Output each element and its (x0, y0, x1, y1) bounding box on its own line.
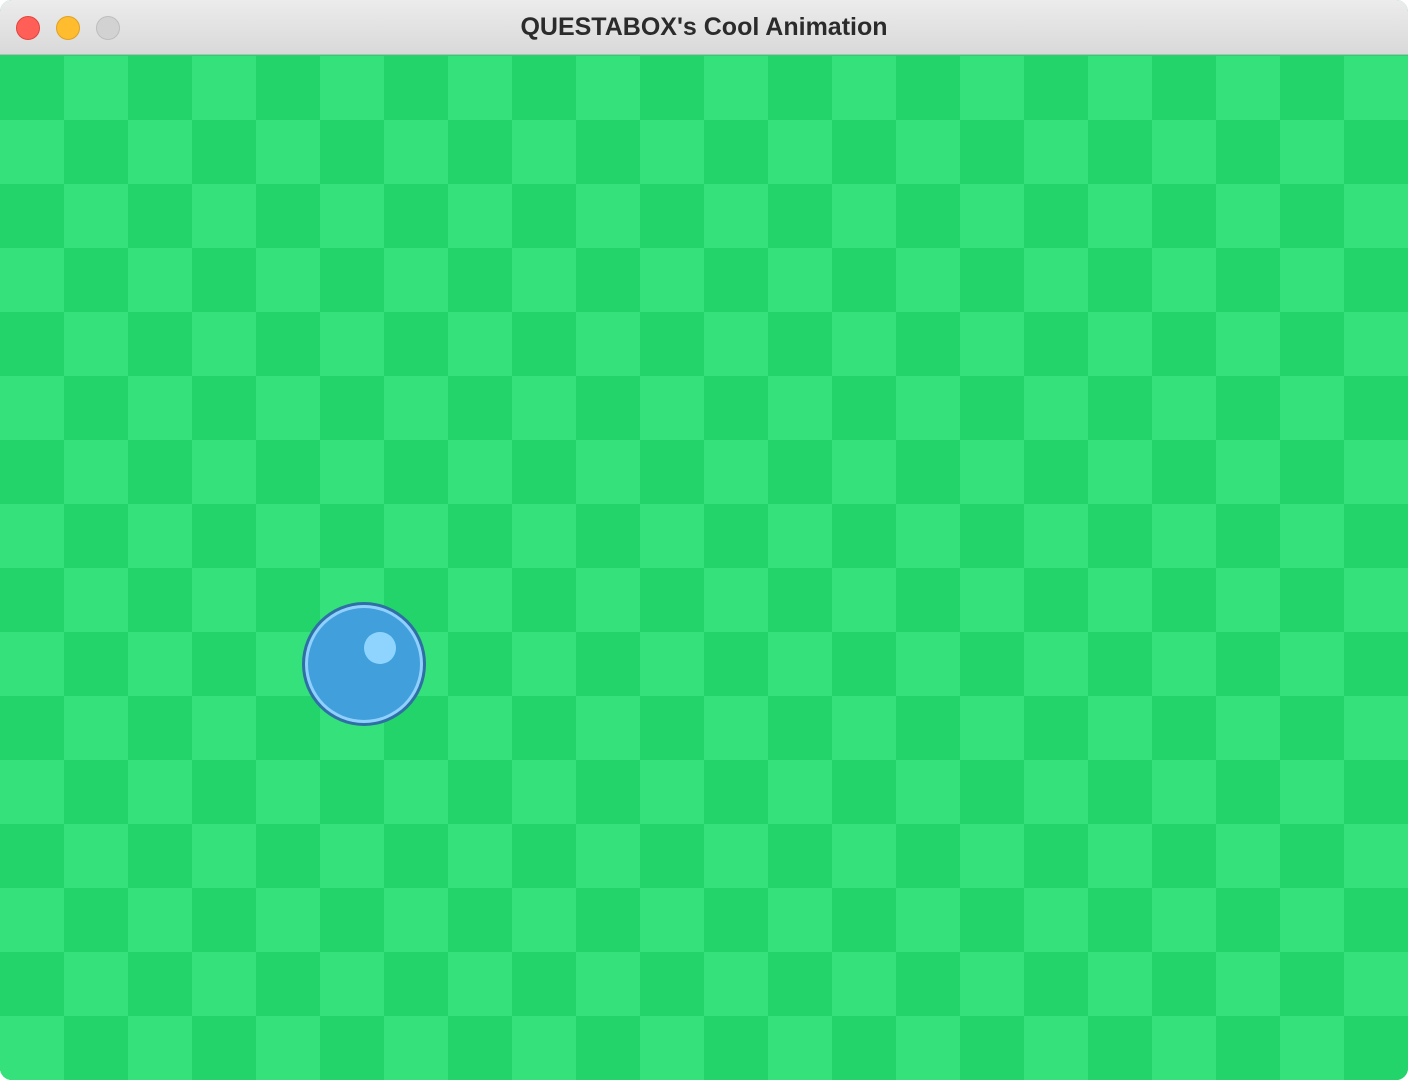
app-window: QUESTABOX's Cool Animation (0, 0, 1408, 1080)
bouncing-ball (302, 602, 426, 726)
animation-canvas[interactable] (0, 56, 1408, 1080)
ball-body (308, 608, 420, 720)
title-bar[interactable]: QUESTABOX's Cool Animation (0, 0, 1408, 55)
window-title: QUESTABOX's Cool Animation (520, 13, 888, 41)
ball-highlight (364, 632, 396, 664)
